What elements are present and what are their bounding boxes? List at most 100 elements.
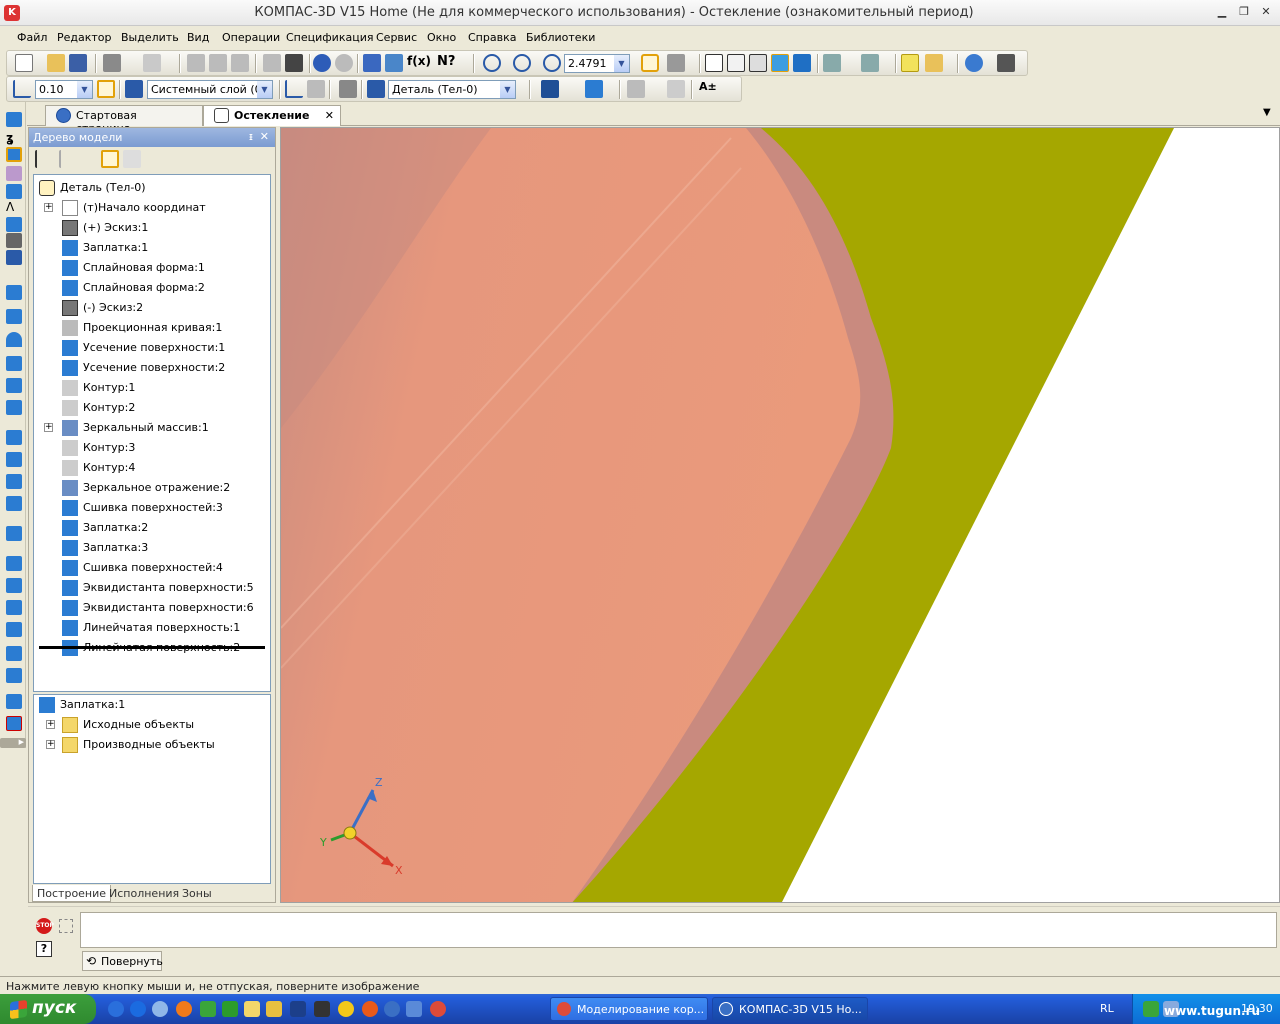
notepad-icon[interactable] (244, 1001, 260, 1017)
help-button-icon[interactable]: ? (36, 941, 52, 957)
step-combo[interactable]: 0.10 ▼ (35, 80, 93, 99)
light-icon[interactable] (925, 54, 943, 72)
part-icon[interactable] (367, 80, 385, 98)
undo-icon[interactable] (313, 54, 331, 72)
folder-icon[interactable] (266, 1001, 282, 1017)
tree-structure-icon[interactable] (35, 150, 53, 168)
properties-icon[interactable] (263, 54, 281, 72)
patch-icon[interactable] (6, 400, 22, 415)
thin-lines-icon[interactable] (749, 54, 767, 72)
tray-icon[interactable] (1143, 1001, 1159, 1017)
offset-surface-icon[interactable] (6, 474, 22, 489)
extrude-surface-icon[interactable] (6, 285, 22, 300)
loft-surface-icon[interactable] (6, 356, 22, 371)
trim-surface-icon[interactable] (6, 556, 22, 571)
filters-icon[interactable] (6, 217, 22, 232)
edit-details-icon[interactable] (6, 112, 22, 127)
task-kompas[interactable]: КОМПАС-3D V15 Ho... (712, 997, 868, 1021)
zoom-window-icon[interactable] (483, 54, 501, 72)
ortho-icon[interactable] (97, 80, 115, 98)
close-tab-icon[interactable]: ✕ (325, 109, 334, 122)
shaded-edges-icon[interactable] (793, 54, 811, 72)
paste-icon[interactable] (231, 54, 249, 72)
specification-icon[interactable] (6, 233, 22, 248)
menu-view[interactable]: Вид (187, 31, 209, 44)
open-icon[interactable] (47, 54, 65, 72)
appearance-icon[interactable] (965, 54, 983, 72)
filter-icon[interactable] (823, 54, 841, 72)
expand-icon[interactable]: + (44, 203, 53, 212)
wireframe-icon[interactable] (705, 54, 723, 72)
print-icon[interactable] (103, 54, 121, 72)
edit-sketch-icon[interactable] (307, 80, 325, 98)
delete-faces-icon[interactable] (6, 668, 22, 683)
curves-icon[interactable]: ʓ (6, 131, 22, 146)
menu-help[interactable]: Справка (468, 31, 516, 44)
tree-config-icon[interactable] (123, 150, 141, 168)
ruled-surface-icon[interactable] (6, 430, 22, 445)
auto-create-icon[interactable] (59, 919, 73, 933)
rotate-button[interactable]: ⟲ Повернуть (82, 951, 163, 971)
zoom-fit-icon[interactable] (513, 54, 531, 72)
sketch-icon[interactable] (285, 80, 303, 98)
snap-icon[interactable] (861, 54, 879, 72)
preview-icon[interactable] (143, 54, 161, 72)
minimize-icon[interactable]: ▁ (1214, 5, 1230, 19)
table-icon[interactable] (285, 54, 303, 72)
tab-glazing[interactable]: Остекление ✕ (203, 105, 341, 126)
maximize-icon[interactable]: ❐ (1236, 5, 1252, 19)
menu-editor[interactable]: Редактор (57, 31, 112, 44)
join-surface-icon[interactable] (6, 600, 22, 615)
kinematic-surface-icon[interactable] (6, 332, 22, 347)
auxiliary-icon[interactable] (6, 184, 22, 199)
component-icon[interactable] (667, 80, 685, 98)
library-icon[interactable] (385, 54, 403, 72)
rotate-icon[interactable] (641, 54, 659, 72)
mesh-surface-icon[interactable] (6, 378, 22, 393)
ie-icon[interactable] (108, 1001, 124, 1017)
restore-surface-icon[interactable] (6, 646, 22, 661)
start-button[interactable]: пуск (0, 994, 96, 1024)
tool-icon[interactable] (338, 1001, 354, 1017)
menu-libraries[interactable]: Библиотеки (526, 31, 595, 44)
menu-service[interactable]: Сервис (376, 31, 417, 44)
expand-icon[interactable]: + (46, 720, 55, 729)
layer-combo[interactable]: Системный слой (0) ▼ (147, 80, 273, 99)
tool-icon[interactable] (222, 1001, 238, 1017)
body-icon[interactable] (541, 80, 559, 98)
media-player-icon[interactable] (130, 1001, 146, 1017)
reports-icon[interactable] (6, 250, 22, 265)
tab-construction[interactable]: Построение (32, 885, 112, 902)
tool-icon[interactable] (290, 1001, 306, 1017)
surface-icon[interactable] (585, 80, 603, 98)
local-cs-icon[interactable] (13, 80, 31, 98)
rotate-surface-icon[interactable] (6, 309, 22, 324)
part-combo[interactable]: Деталь (Тел-0) ▼ (388, 80, 516, 99)
tool-icon[interactable] (200, 1001, 216, 1017)
stop-icon[interactable]: STOP (36, 918, 54, 934)
tabs-menu-icon[interactable]: ▼ (1263, 107, 1271, 118)
close-panel-icon[interactable]: ✕ (260, 130, 269, 143)
parametric-icon[interactable] (339, 80, 357, 98)
tree-list-icon[interactable] (59, 150, 77, 168)
expand-icon[interactable]: + (46, 740, 55, 749)
firefox-icon[interactable] (176, 1001, 192, 1017)
manager-icon[interactable] (363, 54, 381, 72)
kompas-icon[interactable] (384, 1001, 400, 1017)
menu-select[interactable]: Выделить (121, 31, 179, 44)
remove-icon[interactable] (6, 716, 22, 731)
task-chrome[interactable]: Моделирование кор... (550, 997, 708, 1021)
pin-icon[interactable]: ᵻ (249, 130, 253, 143)
model-viewport[interactable]: Z X Y (280, 127, 1280, 903)
rollback-bar[interactable] (39, 646, 265, 649)
tab-start-page[interactable]: Стартовая страница (45, 105, 203, 135)
shaded-icon[interactable] (771, 54, 789, 72)
tool-icon[interactable] (406, 1001, 422, 1017)
close-icon[interactable]: ✕ (1258, 5, 1274, 19)
expand-panel-icon[interactable]: ▶ (0, 738, 26, 748)
menu-window[interactable]: Окно (427, 31, 456, 44)
app-icon[interactable] (152, 1001, 168, 1017)
stitch-surface-icon[interactable] (6, 622, 22, 637)
layers-icon[interactable] (125, 80, 143, 98)
zoom-combo[interactable]: 2.4791 ▼ (564, 54, 630, 73)
